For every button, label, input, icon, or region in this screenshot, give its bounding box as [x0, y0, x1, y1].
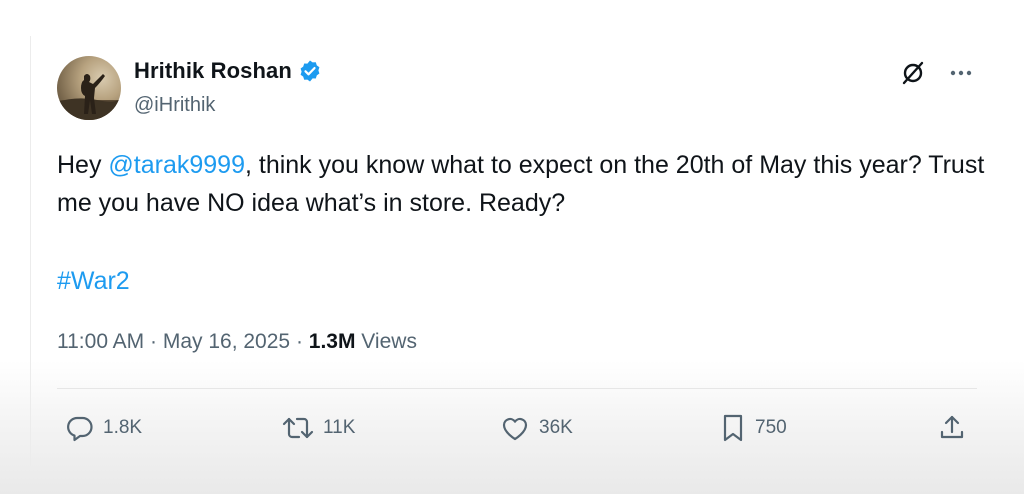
views-label: Views: [355, 330, 417, 353]
bookmark-icon: [723, 414, 743, 442]
share-icon: [940, 415, 964, 439]
bookmark-count: 750: [755, 417, 787, 438]
screen: Hrithik Roshan @iHrithik Hey @tarak9999,…: [0, 0, 1024, 494]
views-count: 1.3M: [308, 330, 356, 353]
tweet-text-prefix: Hey: [57, 151, 109, 179]
tweet-date[interactable]: May 16, 2025: [163, 330, 290, 354]
avatar[interactable]: [57, 56, 121, 120]
author-handle[interactable]: @iHrithik: [134, 94, 215, 117]
reply-button[interactable]: 1.8K: [65, 406, 142, 450]
avatar-image: [57, 74, 121, 120]
heart-icon: [502, 417, 528, 441]
hashtag-line: #War2: [57, 262, 130, 300]
like-button[interactable]: 36K: [499, 406, 573, 450]
author-row: Hrithik Roshan: [134, 58, 322, 84]
tweet-text: Hey @tarak9999, think you know what to e…: [57, 146, 987, 222]
author-name[interactable]: Hrithik Roshan: [134, 58, 292, 84]
reply-count: 1.8K: [103, 417, 143, 438]
repost-button[interactable]: 11K: [281, 406, 355, 450]
tweet-meta: 11:00 AM · May 16, 2025 · 1.3M Views: [57, 330, 417, 354]
repost-count: 11K: [323, 417, 356, 438]
meta-separator: ·: [144, 330, 163, 353]
meta-separator: ·: [290, 330, 309, 353]
repost-icon: [282, 417, 314, 439]
share-button[interactable]: [937, 406, 967, 450]
grok-icon[interactable]: [900, 60, 926, 86]
action-bar: 1.8K 11K 36K 750: [57, 406, 987, 450]
hashtag-link[interactable]: #War2: [57, 267, 130, 295]
verified-badge-icon: [300, 60, 320, 82]
divider: [57, 388, 977, 389]
tweet-top-actions: [900, 60, 974, 86]
bookmark-button[interactable]: 750: [719, 406, 787, 450]
reply-icon: [67, 416, 93, 442]
like-count: 36K: [539, 417, 573, 438]
tweet-time[interactable]: 11:00 AM: [57, 330, 144, 354]
more-icon[interactable]: [948, 60, 974, 86]
mention-link[interactable]: @tarak9999: [108, 151, 245, 179]
